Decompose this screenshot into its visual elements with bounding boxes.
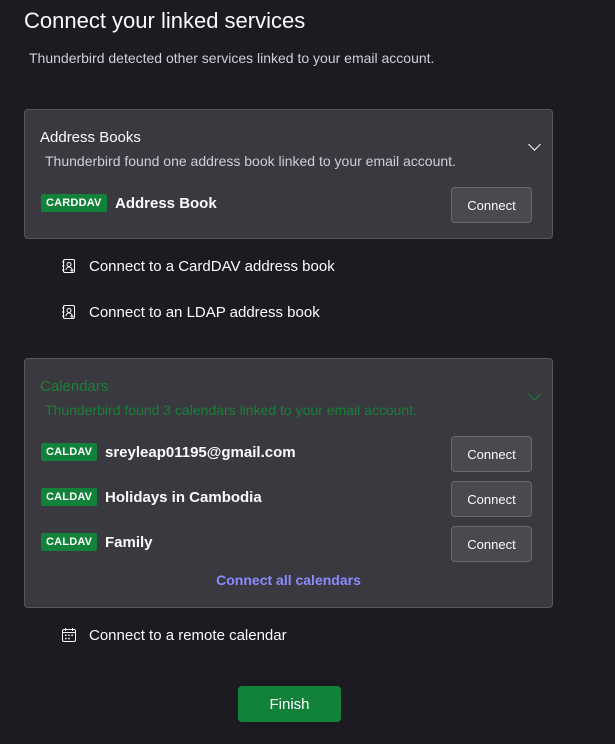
connect-ldap-label: Connect to an LDAP address book xyxy=(89,304,320,321)
carddav-badge: CARDDAV xyxy=(41,194,107,212)
calendar-name: Holidays in Cambodia xyxy=(105,489,262,506)
address-books-description: Thunderbird found one address book linke… xyxy=(45,153,456,169)
calendars-title[interactable]: Calendars xyxy=(40,378,108,395)
address-books-title[interactable]: Address Books xyxy=(40,129,141,146)
chevron-down-icon[interactable] xyxy=(528,138,541,151)
calendars-description: Thunderbird found 3 calendars linked to … xyxy=(45,402,417,418)
connect-carddav-label: Connect to a CardDAV address book xyxy=(89,258,335,275)
calendar-name: sreyleap01195@gmail.com xyxy=(105,444,296,461)
connect-remote-calendar-label: Connect to a remote calendar xyxy=(89,627,287,644)
address-book-row: CARDDAV Address Book Connect xyxy=(41,187,532,223)
chevron-down-icon[interactable] xyxy=(528,388,541,401)
connect-calendar-button[interactable]: Connect xyxy=(451,481,532,517)
connect-calendar-button[interactable]: Connect xyxy=(451,526,532,562)
connect-address-book-button[interactable]: Connect xyxy=(451,187,532,223)
caldav-badge: CALDAV xyxy=(41,488,98,506)
calendars-card: Calendars Thunderbird found 3 calendars … xyxy=(24,358,553,608)
calendar-row: CALDAV sreyleap01195@gmail.com Connect xyxy=(41,436,532,472)
connect-calendar-button[interactable]: Connect xyxy=(451,436,532,472)
calendar-row: CALDAV Holidays in Cambodia Connect xyxy=(41,481,532,517)
calendar-name: Family xyxy=(105,534,153,551)
address-book-name: Address Book xyxy=(115,195,217,212)
calendar-row: CALDAV Family Connect xyxy=(41,526,532,562)
address-book-icon xyxy=(62,305,75,319)
connect-all-calendars-link[interactable]: Connect all calendars xyxy=(25,572,552,588)
calendar-icon xyxy=(62,628,76,642)
caldav-badge: CALDAV xyxy=(41,443,98,461)
page-subtitle: Thunderbird detected other services link… xyxy=(29,50,435,66)
caldav-badge: CALDAV xyxy=(41,533,98,551)
address-book-icon xyxy=(62,259,75,273)
address-books-card: Address Books Thunderbird found one addr… xyxy=(24,109,553,239)
page-title: Connect your linked services xyxy=(24,8,306,33)
finish-button[interactable]: Finish xyxy=(238,686,341,722)
